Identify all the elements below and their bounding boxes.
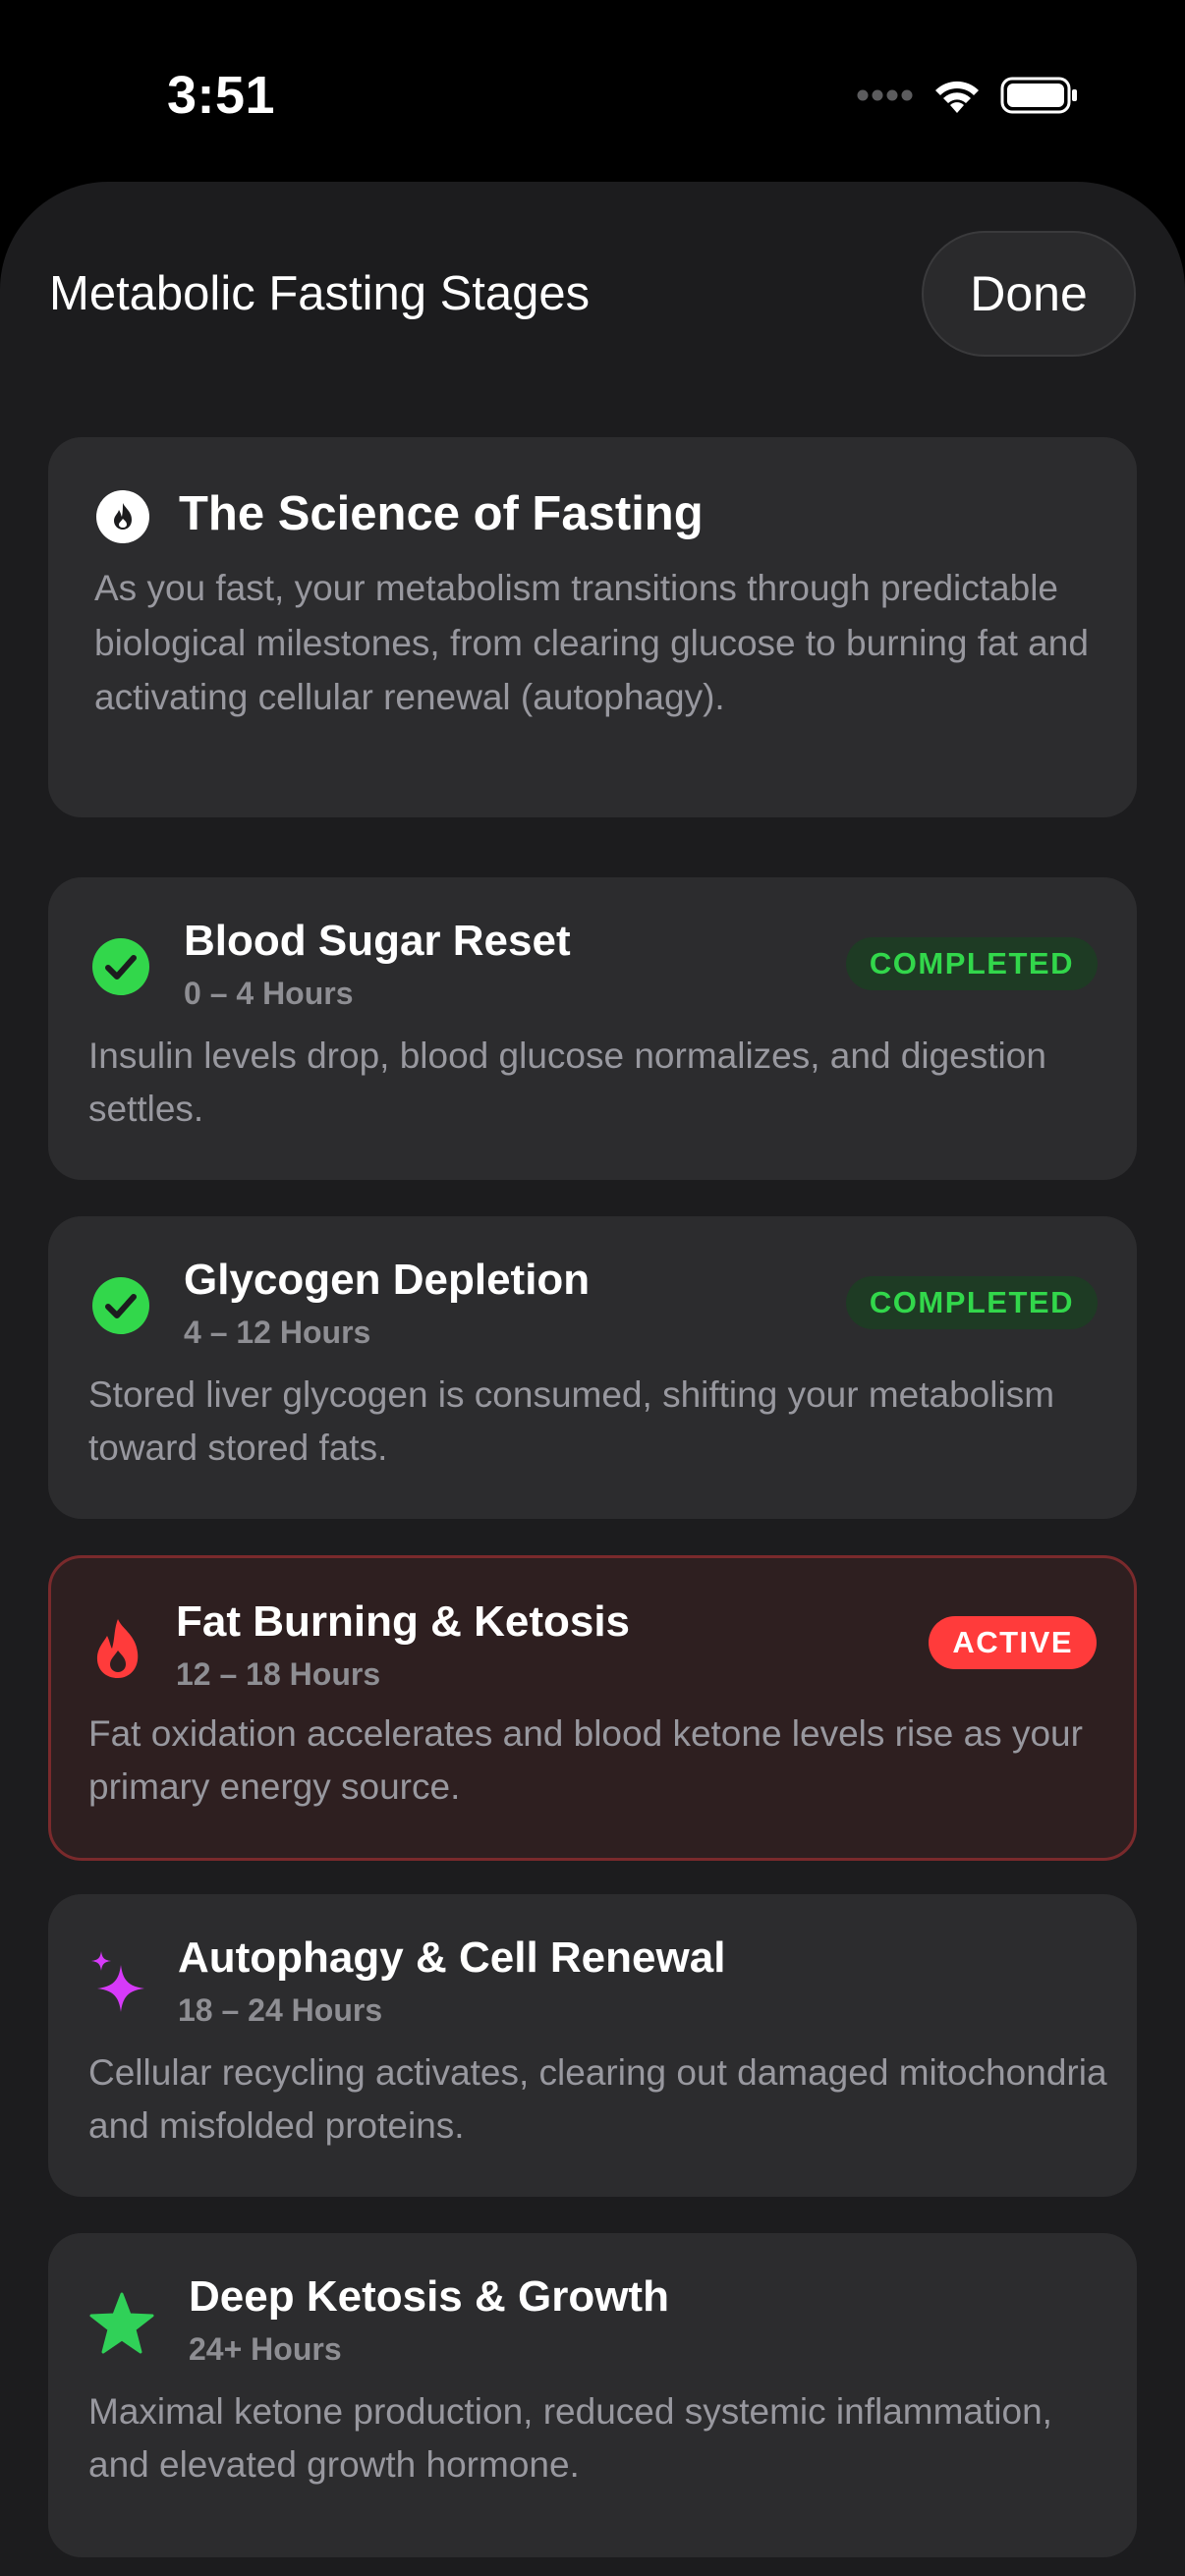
sparkles-icon (91, 1951, 144, 2012)
stage-description: Stored liver glycogen is consumed, shift… (88, 1374, 1055, 1468)
stage-card-fat-burning-ketosis[interactable]: Fat Burning & Ketosis 12 – 18 Hours ACTI… (48, 1555, 1137, 1861)
stage-card-glycogen-depletion[interactable]: Glycogen Depletion 4 – 12 Hours COMPLETE… (48, 1216, 1137, 1519)
stage-description: Fat oxidation accelerates and blood keto… (88, 1713, 1083, 1807)
status-badge-active: ACTIVE (929, 1616, 1097, 1669)
stage-title: Fat Burning & Ketosis (176, 1597, 631, 1646)
stage-card-blood-sugar-reset[interactable]: Blood Sugar Reset 0 – 4 Hours COMPLETED … (48, 877, 1137, 1180)
status-badge-completed: COMPLETED (845, 937, 1098, 990)
stage-title: Deep Ketosis & Growth (189, 2272, 669, 2321)
star-icon (89, 2292, 154, 2354)
intro-body: As you fast, your metabolism transitions… (94, 568, 1089, 717)
status-time: 3:51 (167, 66, 276, 125)
stage-description: Insulin levels drop, blood glucose norma… (88, 1036, 1046, 1129)
stage-title: Blood Sugar Reset (184, 917, 571, 965)
wifi-icon (935, 81, 979, 113)
stage-title: Autophagy & Cell Renewal (178, 1933, 726, 1982)
flame-circle-icon (96, 490, 149, 543)
stage-hours: 12 – 18 Hours (176, 1656, 381, 1692)
sheet-title: Metabolic Fasting Stages (49, 267, 591, 320)
status-badge-completed: COMPLETED (845, 1276, 1098, 1329)
flame-icon (96, 1619, 139, 1678)
stage-hours: 0 – 4 Hours (184, 976, 354, 1011)
stage-hours: 4 – 12 Hours (184, 1315, 371, 1350)
intro-title: The Science of Fasting (179, 487, 704, 540)
fasting-stages-sheet: Metabolic Fasting Stages Done The Scienc… (0, 182, 1185, 2576)
science-of-fasting-card: The Science of Fasting As you fast, your… (48, 437, 1137, 817)
stage-hours: 18 – 24 Hours (178, 1992, 383, 2028)
checkmark-circle-icon (92, 938, 149, 995)
sheet-header: Metabolic Fasting Stages Done (0, 182, 1185, 398)
checkmark-circle-icon (92, 1277, 149, 1334)
stage-hours: 24+ Hours (189, 2331, 342, 2367)
stage-description: Maximal ketone production, reduced syste… (88, 2391, 1052, 2485)
status-bar: 3:51 (0, 0, 1185, 187)
status-indicators (857, 71, 1079, 120)
battery-icon (1000, 77, 1077, 114)
stage-card-autophagy-cell-renewal[interactable]: Autophagy & Cell Renewal 18 – 24 Hours C… (48, 1894, 1137, 2197)
stage-description: Cellular recycling activates, clearing o… (88, 2052, 1107, 2146)
stage-title: Glycogen Depletion (184, 1256, 591, 1304)
stage-card-deep-ketosis-growth[interactable]: Deep Ketosis & Growth 24+ Hours Maximal … (48, 2233, 1137, 2557)
done-button[interactable]: Done (922, 231, 1136, 357)
cellular-signal-icon (857, 89, 913, 101)
